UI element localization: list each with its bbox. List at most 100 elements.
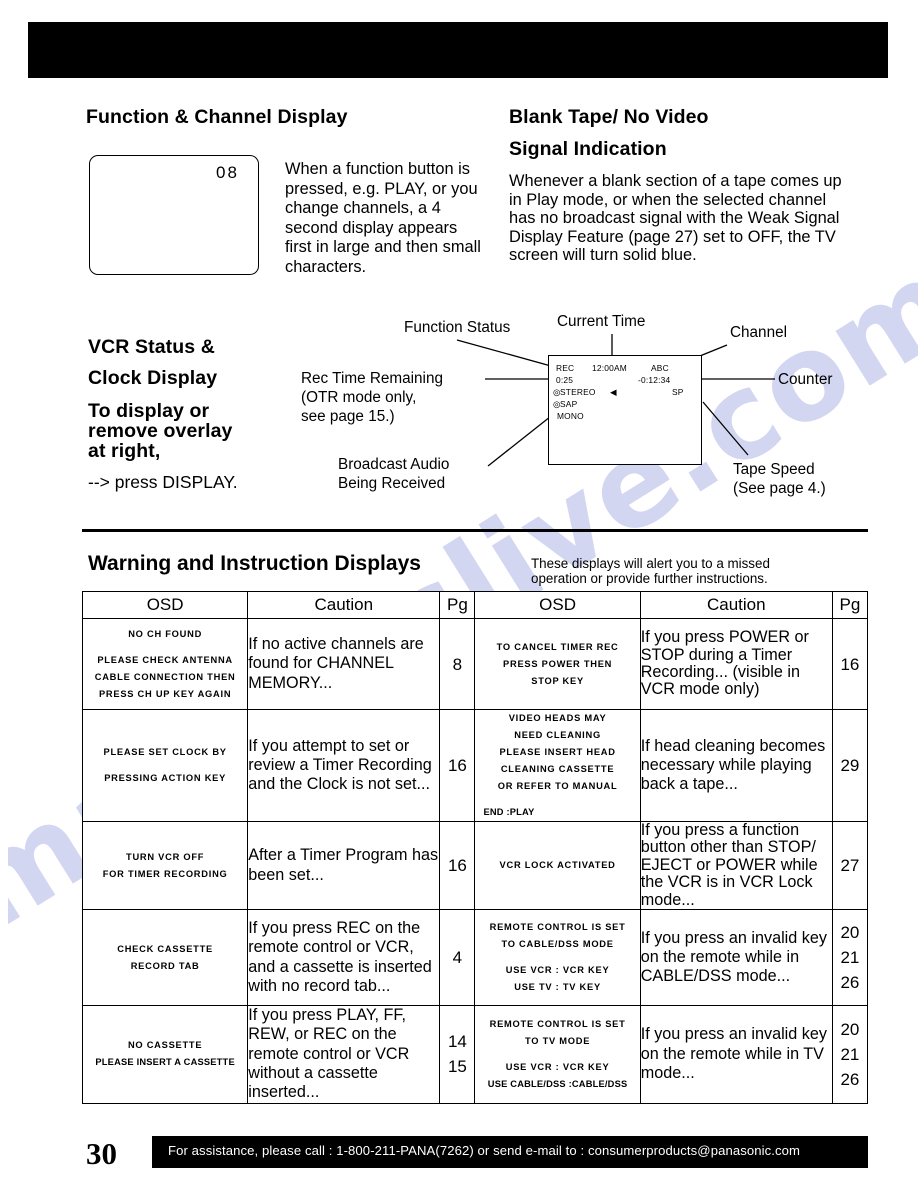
osd-message-line: CLEANING CASSETTE xyxy=(500,764,615,774)
osd-message-line: TO TV MODE xyxy=(525,1035,591,1046)
osd-message-line: PRESS POWER THEN xyxy=(503,658,613,669)
page-ref-cell: 4 xyxy=(439,909,476,1007)
callout-current-time: Current Time xyxy=(557,313,646,330)
column-header-osd-left: OSD xyxy=(81,591,249,619)
function-channel-heading: Function & Channel Display xyxy=(86,106,348,128)
page-ref-cell: 8 xyxy=(439,618,476,710)
caution-cell: If you press an invalid key on the remot… xyxy=(639,909,833,1007)
page-ref-cell: 20 21 26 xyxy=(831,909,869,1007)
page-ref: 16 xyxy=(447,856,467,876)
osd-message-cell: REMOTE CONTROL IS SET TO TV MODE USE VCR… xyxy=(474,1005,641,1104)
column-header-pg-right: Pg xyxy=(831,591,869,619)
page-ref: 26 xyxy=(840,1069,860,1089)
callout-channel: Channel xyxy=(730,324,787,341)
osd-rec-time-remaining: 0:25 xyxy=(556,375,574,385)
vcr-status-sub-line3: at right, xyxy=(88,440,161,462)
section-divider xyxy=(82,529,868,532)
caution-cell: If you press REC on the remote control o… xyxy=(247,909,441,1007)
osd-message-gap xyxy=(475,795,639,804)
caution-cell: If you press an invalid key on the remot… xyxy=(639,1005,833,1104)
osd-message-line: RECORD TAB xyxy=(130,960,200,971)
warning-note-line2: operation or provide further instruction… xyxy=(531,571,768,586)
stereo-pointer-icon: ◀ xyxy=(610,387,617,397)
scan-edge xyxy=(0,0,8,1188)
osd-message-line: USE TV : TV KEY xyxy=(514,982,601,993)
page-ref: 26 xyxy=(840,973,860,993)
warning-section-heading: Warning and Instruction Displays xyxy=(88,552,421,575)
column-header-caution-right: Caution xyxy=(639,591,833,619)
osd-message-line: END :PLAY xyxy=(483,807,535,817)
osd-rec-label: REC xyxy=(556,363,575,373)
column-header-pg-left: Pg xyxy=(439,591,476,619)
osd-message-cell: VIDEO HEADS MAY NEED CLEANING PLEASE INS… xyxy=(474,709,641,822)
callout-rec-time-remaining-line2: (OTR mode only, xyxy=(301,389,417,406)
osd-message-line: NEED CLEANING xyxy=(514,730,601,740)
page-ref-cell: 29 xyxy=(831,709,869,822)
warning-instruction-table: OSD Caution Pg OSD Caution Pg NO CH FOUN… xyxy=(81,591,869,1104)
manual-page: manualslive.com On-Screen Displays (OSD)… xyxy=(0,0,918,1188)
osd-counter: -0:12:34 xyxy=(638,375,671,385)
osd-message-line: REMOTE CONTROL IS SET xyxy=(489,1018,626,1029)
warning-table-body: NO CH FOUND PLEASE CHECK ANTENNA CABLE C… xyxy=(81,618,869,1104)
caution-cell: If you press POWER or STOP during a Time… xyxy=(639,618,833,710)
page-ref: 4 xyxy=(452,948,463,968)
osd-channel: ABC xyxy=(651,363,669,373)
table-row: CHECK CASSETTE RECORD TAB If you press R… xyxy=(81,909,869,1007)
osd-message-line: USE CABLE/DSS :CABLE/DSS xyxy=(487,1078,628,1089)
osd-message-line: STOP KEY xyxy=(531,675,584,686)
osd-message-line: PLEASE CHECK ANTENNA xyxy=(97,654,233,665)
osd-message-line: CHECK CASSETTE xyxy=(117,943,213,954)
callout-tape-speed-line2: (See page 4.) xyxy=(733,480,826,497)
caution-cell: If no active channels are found for CHAN… xyxy=(247,618,441,710)
table-row: NO CASSETTE PLEASE INSERT A CASSETTE If … xyxy=(81,1005,869,1104)
page-ref: 21 xyxy=(840,948,860,968)
osd-message-gap xyxy=(475,953,639,962)
osd-message-line: PLEASE INSERT HEAD xyxy=(499,747,616,757)
page-ref-cell: 16 xyxy=(439,709,476,822)
callout-broadcast-audio-line1: Broadcast Audio xyxy=(338,456,450,473)
table-header-row: OSD Caution Pg OSD Caution Pg xyxy=(81,591,869,619)
osd-message-line: REMOTE CONTROL IS SET xyxy=(489,922,626,933)
page-ref: 8 xyxy=(452,654,463,674)
caution-cell: If head cleaning becomes necessary while… xyxy=(639,709,833,822)
caution-cell: If you press a function button other tha… xyxy=(639,820,833,911)
sap-speaker-icon: ◎ xyxy=(553,399,561,409)
osd-message-cell: VCR LOCK ACTIVATED xyxy=(474,820,641,911)
footer-contact-text: For assistance, please call : 1-800-211-… xyxy=(168,1143,801,1158)
page-ref: 16 xyxy=(840,654,860,674)
osd-message-line: USE VCR : VCR KEY xyxy=(505,965,610,976)
caution-cell: If you attempt to set or review a Timer … xyxy=(247,709,441,822)
page-ref: 15 xyxy=(447,1057,467,1077)
blank-tape-heading-line2: Signal Indication xyxy=(509,138,667,160)
osd-current-time: 12:00AM xyxy=(592,363,627,373)
osd-message-gap xyxy=(83,643,247,652)
function-channel-body: When a function button is pressed, e.g. … xyxy=(285,160,481,276)
osd-message-line: USE VCR : VCR KEY xyxy=(505,1061,610,1072)
table-row: NO CH FOUND PLEASE CHECK ANTENNA CABLE C… xyxy=(81,618,869,710)
page-ref: 29 xyxy=(840,756,860,775)
osd-message-cell: REMOTE CONTROL IS SET TO CABLE/DSS MODE … xyxy=(474,909,641,1007)
osd-message-line: NO CASSETTE xyxy=(127,1040,203,1051)
blank-tape-body: Whenever a blank section of a tape comes… xyxy=(509,172,842,265)
page-header-bar xyxy=(28,22,888,78)
vcr-status-instruction: --> press DISPLAY. xyxy=(88,472,238,492)
osd-stereo-label: STEREO xyxy=(560,387,596,397)
table-row: PLEASE SET CLOCK BY PRESSING ACTION KEY … xyxy=(81,709,869,822)
table-row: TURN VCR OFF FOR TIMER RECORDING After a… xyxy=(81,820,869,911)
osd-message-cell: TO CANCEL TIMER REC PRESS POWER THEN STO… xyxy=(474,618,641,710)
osd-message-line: PLEASE INSERT A CASSETTE xyxy=(95,1057,235,1068)
osd-message-line: PRESSING ACTION KEY xyxy=(104,773,227,783)
page-ref: 27 xyxy=(840,856,860,876)
osd-message-line: PLEASE SET CLOCK BY xyxy=(103,747,227,757)
callout-tape-speed-line1: Tape Speed xyxy=(733,461,815,478)
osd-message-cell: NO CASSETTE PLEASE INSERT A CASSETTE xyxy=(81,1005,249,1104)
osd-tape-speed: SP xyxy=(672,387,684,397)
caution-cell: If you press PLAY, FF, REW, or REC on th… xyxy=(247,1005,441,1104)
osd-message-gap xyxy=(83,761,247,770)
callout-counter: Counter xyxy=(778,371,833,388)
osd-message-line: FOR TIMER RECORDING xyxy=(102,868,228,879)
page-ref: 20 xyxy=(840,1019,860,1039)
page-ref: 16 xyxy=(447,756,467,775)
page-ref-cell: 27 xyxy=(831,820,869,911)
osd-message-cell: TURN VCR OFF FOR TIMER RECORDING xyxy=(81,820,249,911)
